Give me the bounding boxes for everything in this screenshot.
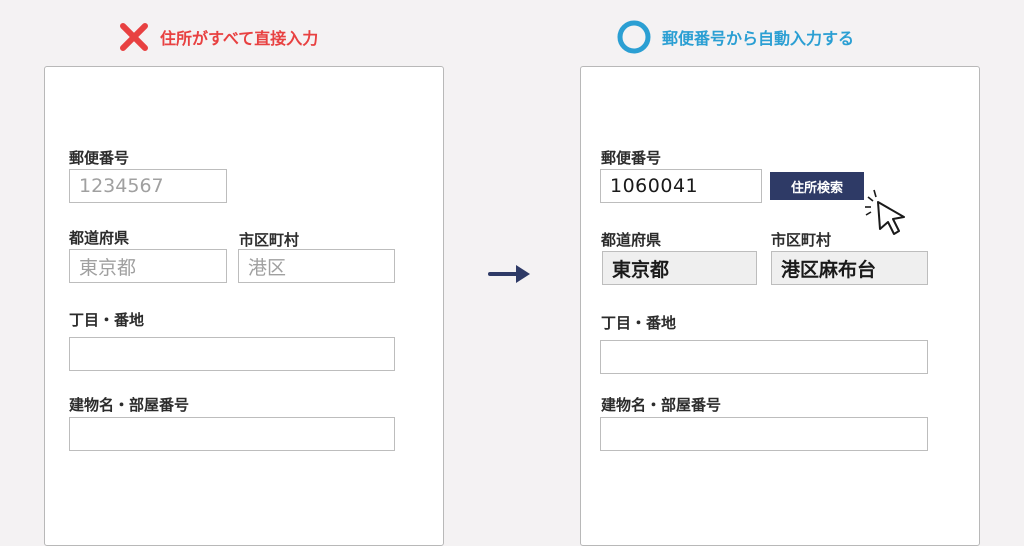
city-input[interactable]: 港区 (238, 249, 395, 283)
cross-icon (120, 23, 148, 51)
city-label: 市区町村 (239, 231, 300, 249)
street-label: 丁目・番地 (69, 311, 145, 329)
mouse-pointer-icon (865, 189, 905, 235)
prefecture-input[interactable]: 東京都 (69, 249, 227, 283)
good-example-title: 郵便番号から自動入力する (662, 29, 855, 48)
postal-code-label: 郵便番号 (69, 149, 130, 167)
building-label: 建物名・部屋番号 (69, 396, 190, 414)
prefecture-label: 都道府県 (601, 231, 662, 249)
bad-example-title: 住所がすべて直接入力 (160, 29, 319, 48)
building-input[interactable] (600, 417, 928, 451)
street-label: 丁目・番地 (601, 314, 677, 332)
street-input[interactable] (600, 340, 928, 374)
city-input[interactable]: 港区麻布台 (771, 251, 928, 285)
city-label: 市区町村 (771, 231, 832, 249)
arrow-right-icon (488, 265, 530, 283)
postal-code-input[interactable]: 1060041 (600, 169, 762, 203)
good-example-heading: 郵便番号から自動入力する (616, 20, 854, 54)
postal-code-input[interactable]: 1234567 (69, 169, 227, 203)
prefecture-input[interactable]: 東京都 (602, 251, 757, 285)
prefecture-label: 都道府県 (69, 229, 130, 247)
manual-entry-form: 郵便番号 1234567 都道府県 東京都 市区町村 港区 丁目・番地 建物名・… (44, 66, 444, 546)
address-search-button[interactable]: 住所検索 (770, 172, 864, 200)
circle-icon (617, 20, 651, 54)
building-input[interactable] (69, 417, 395, 451)
street-input[interactable] (69, 337, 395, 371)
autofill-form: 郵便番号 1060041 住所検索 都道府県 東京都 市区町村 港区麻布台 丁目… (580, 66, 980, 546)
building-label: 建物名・部屋番号 (601, 396, 722, 414)
bad-example-heading: 住所がすべて直接入力 (118, 20, 318, 54)
postal-code-label: 郵便番号 (601, 149, 662, 167)
